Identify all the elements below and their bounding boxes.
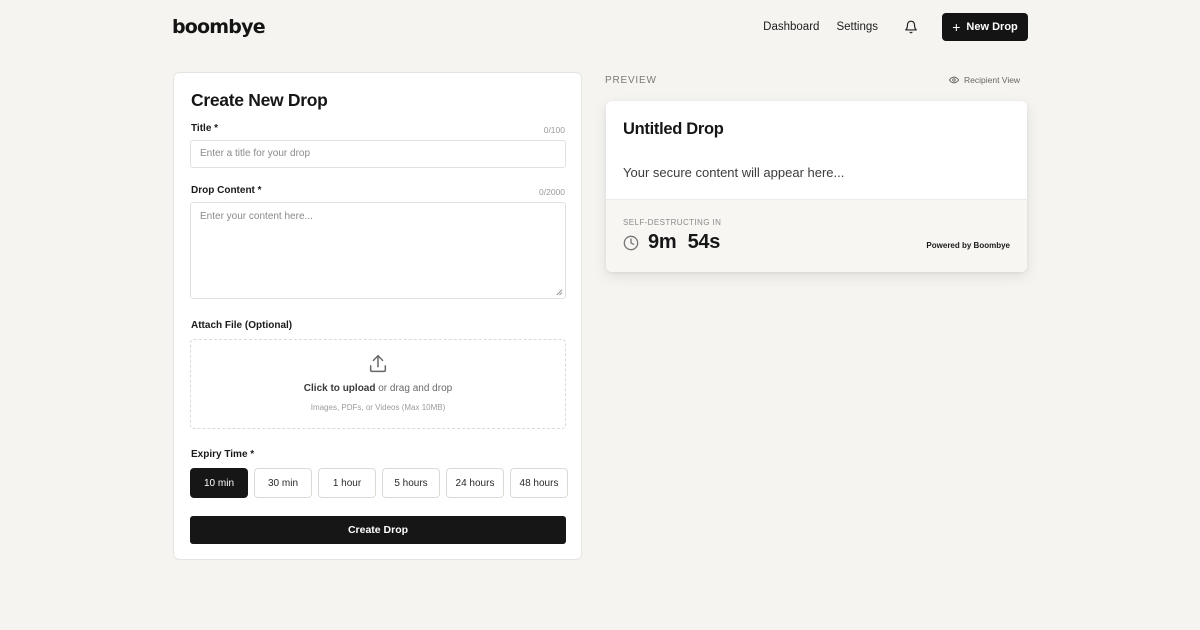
upload-cta[interactable]: Click to upload	[304, 383, 376, 394]
preview-footer: SELF-DESTRUCTING IN 9m 54s Powered by Bo…	[606, 199, 1027, 272]
top-header: boombye Dashboard Settings + New Drop	[172, 12, 1028, 42]
resize-handle-icon[interactable]	[554, 287, 563, 296]
expiry-options: 10 min 30 min 1 hour 5 hours 24 hours 48…	[190, 468, 568, 498]
content-counter: 0/2000	[539, 187, 565, 197]
upload-icon	[369, 355, 387, 373]
clock-icon	[623, 235, 639, 251]
upload-text: Click to upload or drag and drop	[191, 383, 565, 394]
nav-dashboard-link[interactable]: Dashboard	[763, 21, 819, 33]
new-drop-label: New Drop	[966, 21, 1018, 33]
powered-by: Powered by Boombye	[926, 241, 1010, 250]
expiry-24-hours-button[interactable]: 24 hours	[446, 468, 504, 498]
form-title: Create New Drop	[191, 90, 328, 110]
create-drop-button[interactable]: Create Drop	[190, 516, 566, 544]
preview-body: Your secure content will appear here...	[623, 165, 845, 180]
recipient-view-toggle[interactable]: Recipient View	[949, 75, 1020, 85]
create-drop-form: Create New Drop Title * 0/100 Enter a ti…	[173, 72, 582, 560]
content-placeholder: Enter your content here...	[200, 211, 313, 222]
top-nav: Dashboard Settings + New Drop	[763, 13, 1028, 41]
bell-icon[interactable]	[902, 18, 920, 36]
content-label: Drop Content *	[191, 185, 262, 196]
expiry-30-min-button[interactable]: 30 min	[254, 468, 312, 498]
upload-hint: Images, PDFs, or Videos (Max 10MB)	[310, 403, 446, 412]
content-textarea[interactable]: Enter your content here...	[190, 202, 566, 299]
new-drop-button[interactable]: + New Drop	[942, 13, 1028, 41]
title-label: Title *	[191, 123, 219, 134]
title-input[interactable]: Enter a title for your drop	[190, 140, 566, 168]
recipient-view-label: Recipient View	[964, 75, 1021, 85]
countdown-timer: 9m 54s	[648, 231, 721, 253]
plus-icon: +	[952, 19, 961, 35]
title-counter: 0/100	[543, 125, 565, 135]
expiry-1-hour-button[interactable]: 1 hour	[318, 468, 376, 498]
countdown-label: SELF-DESTRUCTING IN	[623, 218, 722, 227]
expiry-48-hours-button[interactable]: 48 hours	[510, 468, 568, 498]
attach-label: Attach File (Optional)	[191, 320, 293, 331]
expiry-10-min-button[interactable]: 10 min	[190, 468, 248, 498]
eye-icon	[949, 76, 959, 84]
upload-cta-rest: or drag and drop	[375, 383, 453, 394]
preview-card: Untitled Drop Your secure content will a…	[606, 101, 1027, 272]
nav-settings-link[interactable]: Settings	[836, 21, 878, 33]
preview-title: Untitled Drop	[623, 120, 724, 138]
expiry-label: Expiry Time *	[191, 449, 255, 460]
logo[interactable]: boombye	[172, 16, 266, 38]
expiry-5-hours-button[interactable]: 5 hours	[382, 468, 440, 498]
file-dropzone[interactable]: Click to upload or drag and drop Images,…	[190, 339, 566, 429]
preview-section-label: PREVIEW	[605, 75, 657, 86]
